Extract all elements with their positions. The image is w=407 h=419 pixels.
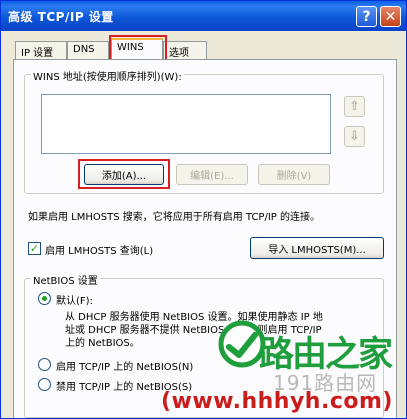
netbios-enable-label[interactable]: 启用 TCP/IP 上的 NetBIOS(N) — [56, 358, 193, 373]
edit-button-label: 编辑(E)... — [190, 171, 234, 182]
checkmark-icon: ✓ — [29, 242, 40, 255]
title-bar[interactable]: 高级 TCP/IP 设置 ? ✕ — [1, 1, 406, 31]
import-lmhosts-button[interactable]: 导入 LMHOSTS(M)... — [250, 237, 384, 259]
tab-dns-label: DNS — [73, 44, 95, 55]
window-title: 高级 TCP/IP 设置 — [8, 10, 114, 24]
tab-dns[interactable]: DNS — [67, 41, 109, 60]
tab-options[interactable]: 选项 — [163, 41, 207, 60]
tab-ip-settings[interactable]: IP 设置 — [15, 41, 67, 60]
help-button[interactable]: ? — [356, 6, 377, 27]
netbios-legend: NetBIOS 设置 — [31, 272, 100, 287]
watermark-url: (www.hhhyh.com) — [161, 389, 393, 414]
tab-wins-label: WINS — [117, 42, 144, 53]
remove-button[interactable]: 删除(V) — [258, 164, 330, 185]
advanced-tcpip-settings-dialog: 高级 TCP/IP 设置 ? ✕ IP 设置 DNS WINS 选项 WINS … — [0, 0, 407, 419]
wins-address-legend: WINS 地址(按使用顺序排列)(W): — [31, 68, 184, 83]
down-arrow-icon: ⇩ — [349, 129, 360, 144]
move-up-button[interactable]: ⇧ — [344, 96, 365, 117]
netbios-default-desc-3: 上的 NetBIOS。 — [65, 338, 140, 349]
enable-lmhosts-label[interactable]: 启用 LMHOSTS 查询(L) — [45, 242, 153, 257]
netbios-disable-radio[interactable] — [38, 378, 51, 391]
tab-wins[interactable]: WINS — [111, 38, 163, 61]
edit-button[interactable]: 编辑(E)... — [176, 164, 248, 185]
wins-address-list[interactable] — [41, 94, 331, 154]
enable-lmhosts-checkbox[interactable]: ✓ — [28, 242, 41, 255]
lmhosts-description: 如果启用 LMHOSTS 搜索，它将应用于所有启用 TCP/IP 的连接。 — [28, 212, 320, 223]
remove-button-label: 删除(V) — [276, 171, 312, 182]
close-button[interactable]: ✕ — [380, 6, 401, 27]
tab-ip-settings-label: IP 设置 — [21, 48, 54, 59]
tab-options-label: 选项 — [169, 48, 189, 59]
add-button[interactable]: 添加(A)... — [84, 164, 164, 185]
import-lmhosts-label: 导入 LMHOSTS(M)... — [268, 244, 366, 256]
up-arrow-icon: ⇧ — [349, 99, 360, 114]
netbios-default-label[interactable]: 默认(F): — [56, 292, 93, 307]
move-down-button[interactable]: ⇩ — [344, 126, 365, 147]
netbios-default-radio[interactable] — [38, 292, 51, 305]
netbios-enable-radio[interactable] — [38, 358, 51, 371]
add-button-label: 添加(A)... — [101, 171, 147, 182]
